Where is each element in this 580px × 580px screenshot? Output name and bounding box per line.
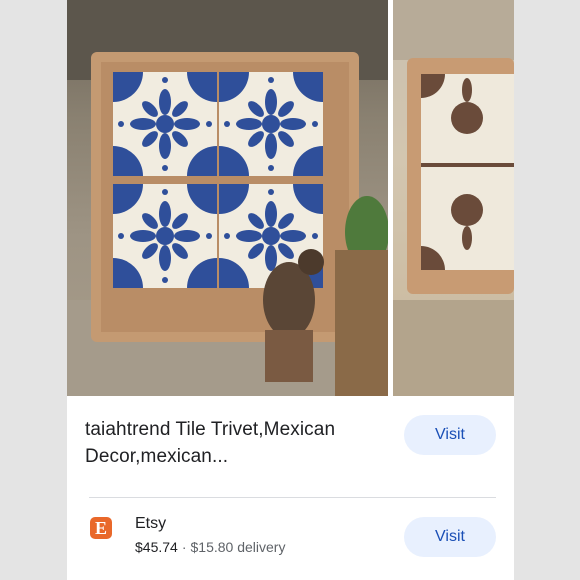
visit-button-seller[interactable]: Visit: [404, 517, 496, 557]
divider: [89, 497, 496, 498]
product-image-main[interactable]: [67, 0, 388, 396]
product-image-secondary[interactable]: [393, 0, 514, 396]
price-separator: ·: [181, 539, 187, 555]
product-title[interactable]: taiahtrend Tile Trivet,Mexican Decor,mex…: [85, 416, 385, 470]
product-title-line-2[interactable]: Decor,mexican...: [85, 443, 385, 470]
product-title-line-1[interactable]: taiahtrend Tile Trivet,Mexican: [85, 416, 385, 443]
product-image-carousel[interactable]: [67, 0, 514, 396]
seller-name: Etsy: [135, 515, 167, 532]
price-line: $45.74 · $15.80 delivery: [135, 539, 285, 555]
visit-button-product[interactable]: Visit: [404, 415, 496, 455]
product-card: taiahtrend Tile Trivet,Mexican Decor,mex…: [67, 0, 514, 580]
price: $45.74: [135, 539, 178, 555]
left-gray-band: [0, 0, 67, 580]
etsy-logo-icon: E: [90, 517, 112, 539]
right-gray-band: [514, 0, 580, 580]
delivery-cost: $15.80 delivery: [190, 539, 286, 555]
